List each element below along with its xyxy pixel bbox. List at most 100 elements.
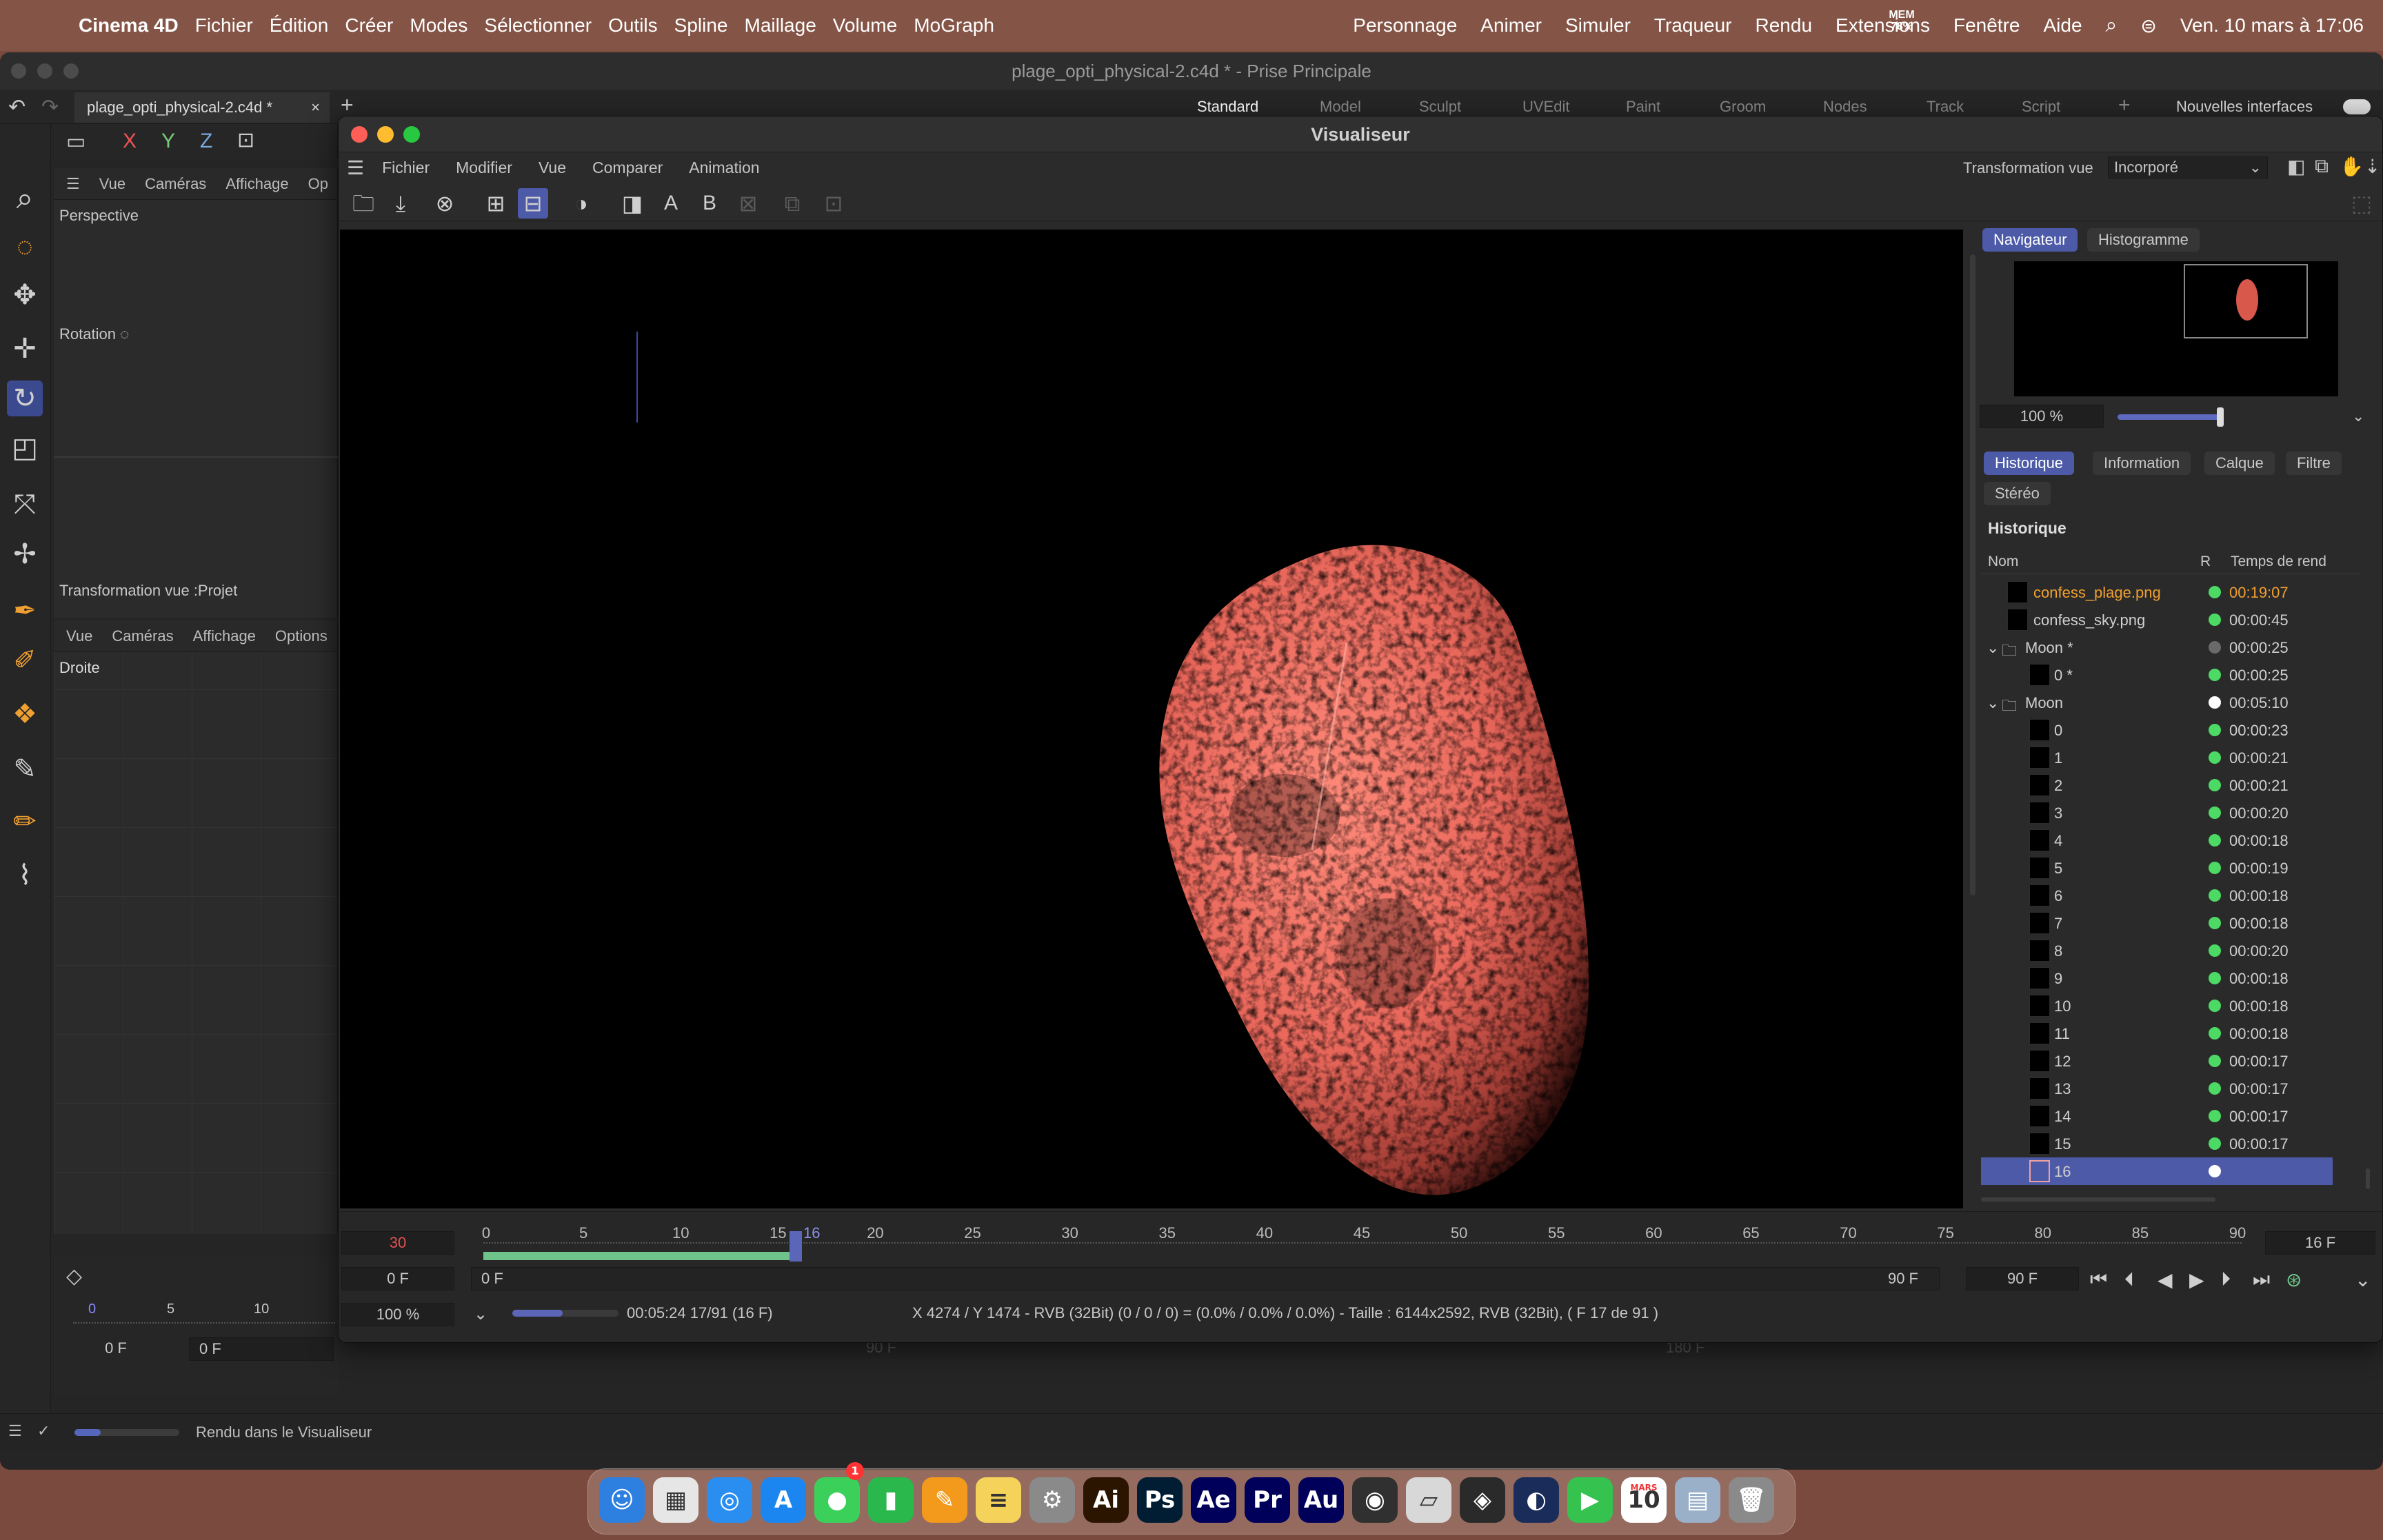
right-viewport[interactable]: Vue Caméras Affichage Options Droite: [54, 620, 338, 1234]
ab-compare-icon[interactable]: ◨: [617, 188, 647, 219]
zoom-button[interactable]: [403, 126, 420, 143]
history-row[interactable]: confess_plage.png 00:19:07: [1981, 578, 2333, 606]
history-row[interactable]: 16: [1981, 1157, 2333, 1185]
new-tab-icon[interactable]: +: [341, 92, 354, 118]
minimize-button[interactable]: [377, 126, 394, 143]
zoom-slider-handle[interactable]: [2217, 407, 2224, 427]
layout-groom[interactable]: Groom: [1720, 98, 1766, 116]
frame-range-bar[interactable]: 0 F 90 F: [471, 1267, 1940, 1290]
new-layouts-toggle[interactable]: [2343, 99, 2371, 114]
zoom-dropdown-icon[interactable]: ⌄: [474, 1304, 487, 1324]
layout-model[interactable]: Model: [1320, 98, 1361, 116]
export-icon[interactable]: ⊡: [818, 188, 849, 219]
render-region-icon[interactable]: ⊞: [481, 188, 511, 219]
col-r[interactable]: R: [2200, 554, 2211, 570]
history-row[interactable]: 8 00:00:20: [1981, 937, 2333, 964]
external-window-icon[interactable]: ⧉: [2315, 155, 2329, 178]
viewer-menu-modifier[interactable]: Modifier: [456, 159, 512, 177]
spline-pen-icon[interactable]: ✒: [7, 593, 43, 629]
dock-launchpad-icon[interactable]: ▦: [653, 1477, 698, 1523]
menu-modes[interactable]: Modes: [410, 14, 467, 37]
move-icon[interactable]: ✛: [7, 331, 43, 367]
menu-simuler[interactable]: Simuler: [1565, 14, 1631, 37]
paint-icon[interactable]: ✏: [7, 804, 43, 840]
view-transform-select[interactable]: Incorporé ⌄: [2108, 156, 2268, 179]
axis-y-button[interactable]: Y: [161, 130, 175, 153]
history-row[interactable]: 15 00:00:17: [1981, 1130, 2333, 1157]
render-vscrollbar[interactable]: [1970, 254, 1975, 895]
history-row[interactable]: 7 00:00:18: [1981, 909, 2333, 937]
menu-extensions[interactable]: Extensions MEM 78%: [1836, 9, 1930, 37]
menu-creer[interactable]: Créer: [345, 14, 393, 37]
play-reverse-icon[interactable]: ◀: [2158, 1268, 2173, 1291]
layers-icon[interactable]: ⧉: [777, 188, 807, 219]
expand-chevron-icon[interactable]: ⌄: [1987, 694, 1999, 712]
viewer-menu-vue[interactable]: Vue: [539, 159, 566, 177]
dock-photoshop-icon[interactable]: Ps: [1137, 1477, 1183, 1523]
minimize-window-button[interactable]: [37, 63, 52, 79]
viewport-layout-icon[interactable]: ▭: [66, 130, 86, 154]
cube-icon[interactable]: ❖: [7, 696, 43, 732]
history-row[interactable]: 4 00:00:18: [1981, 827, 2333, 854]
axis-x-button[interactable]: X: [123, 130, 137, 153]
menu-selectionner[interactable]: Sélectionner: [484, 14, 592, 37]
move-tool-icon[interactable]: ✥: [7, 277, 43, 313]
history-row[interactable]: 0 * 00:00:25: [1981, 661, 2333, 689]
end-frame-field[interactable]: 90 F: [1966, 1267, 2079, 1290]
history-row[interactable]: 6 00:00:18: [1981, 882, 2333, 909]
layout-paint[interactable]: Paint: [1626, 98, 1660, 116]
main-min-field[interactable]: 0 F: [189, 1337, 334, 1361]
axis-z-button[interactable]: Z: [200, 130, 212, 153]
dock-finder-icon[interactable]: ☺: [599, 1477, 645, 1523]
transform-icon[interactable]: ⤧: [7, 487, 43, 523]
brush-icon[interactable]: ✎: [7, 751, 43, 787]
layout-sculpt[interactable]: Sculpt: [1419, 98, 1461, 116]
history-row[interactable]: 1 00:00:21: [1981, 744, 2333, 771]
history-row[interactable]: 5 00:00:19: [1981, 854, 2333, 882]
menu-app-name[interactable]: Cinema 4D: [79, 14, 179, 37]
menu-personnage[interactable]: Personnage: [1353, 14, 1457, 37]
menu-hamburger-icon[interactable]: ☰: [66, 175, 80, 193]
undo-icon[interactable]: ↶: [8, 95, 26, 119]
tab-calque[interactable]: Calque: [2204, 452, 2275, 475]
menu-fichier[interactable]: Fichier: [195, 14, 253, 37]
dock-premiere-icon[interactable]: Pr: [1245, 1477, 1290, 1523]
previous-frame-icon[interactable]: ⏴: [2124, 1268, 2134, 1291]
history-row[interactable]: confess_sky.png 00:00:45: [1981, 606, 2333, 634]
dock-obs-icon[interactable]: ◉: [1352, 1477, 1398, 1523]
file-tab[interactable]: plage_opti_physical-2.c4d * ×: [74, 92, 330, 123]
layout-uvedit[interactable]: UVEdit: [1522, 98, 1569, 116]
save-icon[interactable]: ⤓: [385, 188, 416, 219]
vp2-menu-affichage[interactable]: Affichage: [193, 627, 256, 645]
history-row[interactable]: 12 00:00:17: [1981, 1047, 2333, 1075]
dock-notes-icon[interactable]: ≡: [976, 1477, 1021, 1523]
viewer-menu-fichier[interactable]: Fichier: [382, 159, 430, 177]
tab-information[interactable]: Information: [2093, 452, 2191, 475]
layout-standard[interactable]: Standard: [1197, 98, 1258, 116]
history-row[interactable]: ⌄ 🗀 Moon 00:05:10: [1981, 689, 2333, 716]
add-layout-icon[interactable]: +: [2118, 94, 2131, 117]
live-selection-icon[interactable]: ◌: [7, 229, 43, 265]
history-row[interactable]: 10 00:00:18: [1981, 992, 2333, 1020]
perspective-viewport[interactable]: ☰ Vue Caméras Affichage Op Perspective R…: [54, 168, 338, 618]
navigator-options-icon[interactable]: ⌄: [2352, 407, 2364, 425]
scale-icon[interactable]: ◰: [7, 430, 43, 466]
spotlight-search-icon[interactable]: ⌕: [2106, 14, 2118, 37]
dock-cinema4d-icon[interactable]: ◐: [1514, 1477, 1559, 1523]
layout-track[interactable]: Track: [1927, 98, 1964, 116]
history-hscrollbar[interactable]: [1981, 1197, 2215, 1202]
dock-after-effects-icon[interactable]: Ae: [1191, 1477, 1236, 1523]
dock-trash-icon[interactable]: 🗑: [1729, 1477, 1774, 1523]
menu-outils[interactable]: Outils: [608, 14, 658, 37]
vp1-menu-vue[interactable]: Vue: [99, 175, 125, 193]
dock-safari-icon[interactable]: ◎: [707, 1477, 752, 1523]
vp2-menu-vue[interactable]: Vue: [66, 627, 92, 645]
search-icon[interactable]: ⌕: [7, 181, 43, 216]
viewer-menu-animation[interactable]: Animation: [689, 159, 759, 177]
viewer-menu-comparer[interactable]: Comparer: [592, 159, 663, 177]
zoom-field[interactable]: 100 %: [341, 1303, 454, 1326]
timeline-options-icon[interactable]: ⌄: [2355, 1268, 2371, 1291]
history-row[interactable]: ⌄ 🗀 Moon * 00:00:25: [1981, 634, 2333, 661]
dock-calendar-icon[interactable]: 10 MARS: [1621, 1477, 1667, 1523]
go-to-start-icon[interactable]: ⏮: [2090, 1268, 2107, 1291]
